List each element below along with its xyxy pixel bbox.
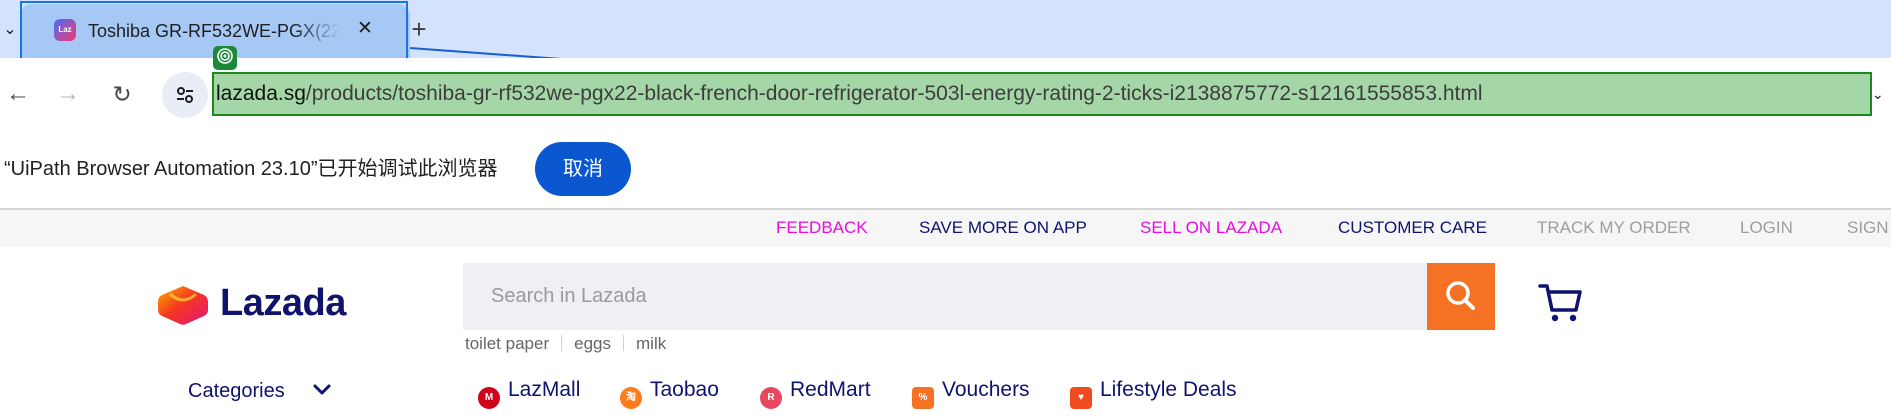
search-button[interactable] <box>1427 263 1495 330</box>
taobao-icon: 淘 <box>620 387 642 409</box>
search-input[interactable] <box>463 263 1427 330</box>
nav-lifestyle-deals[interactable]: ♥ Lifestyle Deals <box>1070 374 1237 409</box>
nav-vouchers[interactable]: % Vouchers <box>912 374 1030 409</box>
new-tab-button[interactable]: + <box>406 14 432 44</box>
feedback-link[interactable]: FEEDBACK <box>776 216 868 240</box>
suggestion-item[interactable]: milk <box>636 331 666 357</box>
tab-list-button[interactable]: ⌄ <box>0 18 20 42</box>
nav-taobao[interactable]: 淘 Taobao <box>620 374 719 409</box>
reload-button[interactable]: ↻ <box>104 76 140 112</box>
nav-lifestyle-deals-label: Lifestyle Deals <box>1100 378 1237 401</box>
track-my-order-link[interactable]: TRACK MY ORDER <box>1537 216 1691 240</box>
suggestion-item[interactable]: toilet paper <box>465 331 549 357</box>
customer-care-link[interactable]: CUSTOMER CARE <box>1338 216 1487 240</box>
search-suggestions: toilet paper eggs milk <box>465 331 666 357</box>
suggestion-divider <box>623 335 624 351</box>
url-text[interactable]: lazada.sg/products/toshiba-gr-rf532we-pg… <box>216 79 1483 109</box>
sell-on-lazada-link[interactable]: SELL ON LAZADA <box>1140 216 1282 240</box>
shopping-cart-icon[interactable] <box>1536 278 1584 326</box>
save-more-on-app-link[interactable]: SAVE MORE ON APP <box>919 216 1087 240</box>
tab-title: Toshiba GR-RF532WE-PGX(22) Black French … <box>88 21 340 41</box>
omnibox-dropdown-icon[interactable]: ⌄ <box>1872 80 1891 108</box>
site-info-button[interactable] <box>162 72 208 118</box>
infobar-cancel-button[interactable]: 取消 <box>535 142 631 196</box>
suggestion-item[interactable]: eggs <box>574 331 611 357</box>
voucher-icon: % <box>912 387 934 409</box>
lazmall-icon: M <box>478 387 500 409</box>
nav-redmart[interactable]: R RedMart <box>760 374 871 409</box>
infobar-message: “UiPath Browser Automation 23.10”已开始调试此浏… <box>4 158 498 180</box>
tab-close-button[interactable]: ✕ <box>354 16 376 42</box>
url-host: lazada.sg <box>216 82 306 105</box>
uipath-target-icon <box>213 46 237 70</box>
nav-vouchers-label: Vouchers <box>942 378 1030 401</box>
nav-lazmall-label: LazMall <box>508 378 581 401</box>
nav-redmart-label: RedMart <box>790 378 871 401</box>
redmart-icon: R <box>760 387 782 409</box>
lifestyle-deals-icon: ♥ <box>1070 387 1092 409</box>
categories-menu[interactable]: Categories <box>188 376 285 406</box>
signup-link[interactable]: SIGN <box>1847 216 1889 240</box>
login-link[interactable]: LOGIN <box>1740 216 1793 240</box>
nav-taobao-label: Taobao <box>650 378 719 401</box>
forward-button[interactable]: → <box>50 76 86 112</box>
search-icon <box>1446 281 1475 310</box>
lazada-logo-text[interactable]: Lazada <box>220 277 346 329</box>
nav-lazmall[interactable]: M LazMall <box>478 374 581 409</box>
url-path: /products/toshiba-gr-rf532we-pgx22-black… <box>305 82 1483 105</box>
back-button[interactable]: ← <box>0 76 36 112</box>
chevron-down-icon[interactable] <box>310 377 334 403</box>
lazada-logo-icon[interactable] <box>156 280 210 326</box>
lazada-favicon-icon: Laz <box>54 19 76 41</box>
tune-icon <box>177 87 193 103</box>
suggestion-divider <box>561 335 563 351</box>
